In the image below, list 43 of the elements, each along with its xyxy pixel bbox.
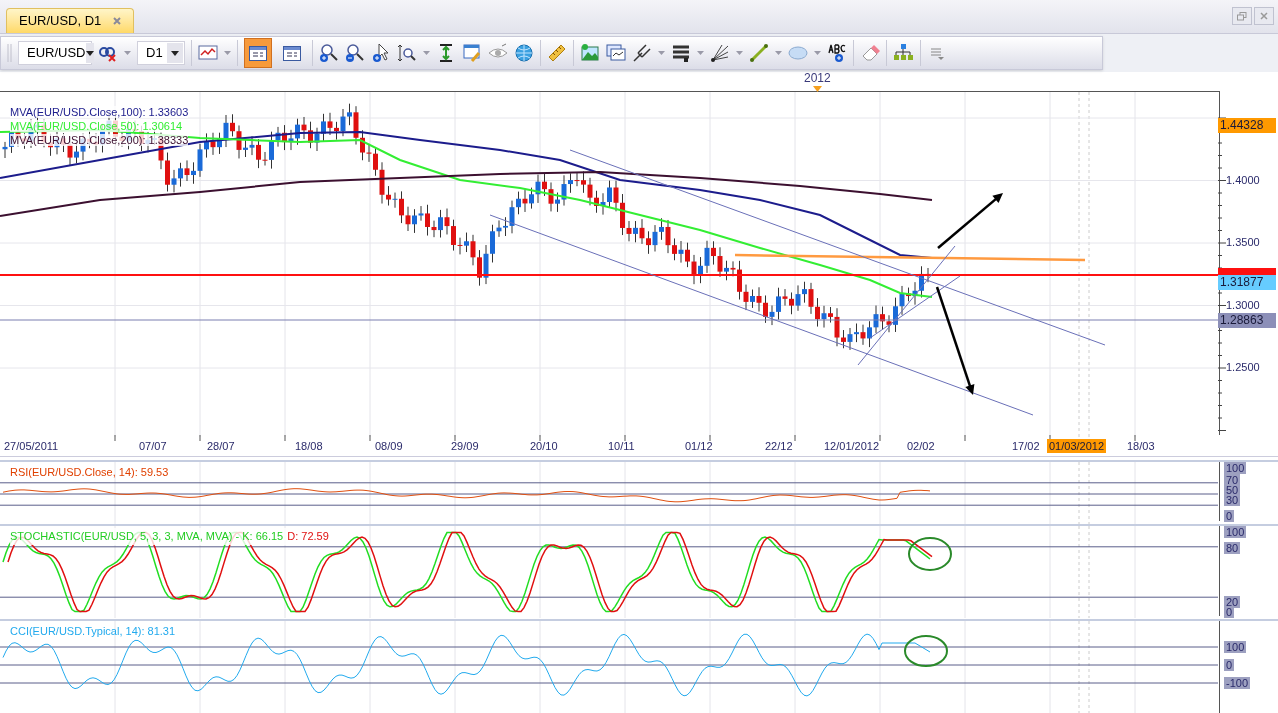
date-label: 02/02 xyxy=(906,438,936,453)
indicator-value: D: 72.59 xyxy=(287,529,329,545)
indicator-legend: MVA(EUR/USD.Close,50): 1.30614 xyxy=(10,119,183,132)
date-label: 20/10 xyxy=(529,438,559,453)
axis-label: 80 xyxy=(1224,542,1241,555)
date-label: 27/05/2011 xyxy=(3,438,60,453)
axis-label: 1.2500 xyxy=(1225,360,1261,373)
axis-label: -100 xyxy=(1224,676,1251,689)
indicator-legend: STOCHASTIC(EUR/USD, 5, 3, 3, MVA, MVA) - K: 66.15 xyxy=(10,528,284,545)
date-label: 17/02 xyxy=(1011,438,1041,453)
price-badge: 1.28863 xyxy=(1218,312,1276,328)
axis-label: 30 xyxy=(1224,493,1241,506)
chart-tab[interactable]: EUR/USD, D1 xyxy=(6,8,135,33)
indicator-legend: CCI(EUR/USD.Typical, 14): 81.31 xyxy=(10,622,176,640)
dropdown-field[interactable]: EUR/USD xyxy=(18,41,92,65)
axis-label: 1.3000 xyxy=(1225,298,1261,311)
date-label: 22/12 xyxy=(764,438,794,453)
date-label: 28/07 xyxy=(206,438,236,453)
price-badge: 1.44328 xyxy=(1218,117,1276,133)
date-label: 01/12 xyxy=(684,438,714,453)
date-label: 08/09 xyxy=(374,438,404,453)
axis-label: 20 xyxy=(1224,596,1241,609)
date-label: 12/01/2012 xyxy=(823,438,881,453)
axis-label: 0 xyxy=(1224,509,1235,522)
date-label: 18/03 xyxy=(1126,438,1156,453)
dropdown-field[interactable]: D1 xyxy=(137,41,185,65)
axis-label: 50 xyxy=(1224,483,1241,496)
axis-label: 100 xyxy=(1224,461,1247,474)
axis-label: 100 xyxy=(1224,526,1247,539)
date-label: 18/08 xyxy=(294,438,324,453)
axis-label: 100 xyxy=(1224,640,1247,653)
indicator-legend: MVA(EUR/USD.Close,200): 1.38333 xyxy=(10,133,189,146)
date-label: 01/03/2012 xyxy=(1047,438,1107,453)
indicator-legend: MVA(EUR/USD.Close,100): 1.33603 xyxy=(10,105,189,118)
axis-label: 0 xyxy=(1224,658,1235,671)
date-label: 29/09 xyxy=(450,438,480,453)
date-label: 10/11 xyxy=(607,438,636,453)
year-label: 2012 xyxy=(804,72,831,85)
date-label: 07/07 xyxy=(138,438,168,453)
axis-label: 1.4000 xyxy=(1225,173,1261,186)
axis-label: 0 xyxy=(1224,606,1235,619)
axis-label: 1.3500 xyxy=(1225,235,1261,248)
indicator-legend: RSI(EUR/USD.Close, 14): 59.53 xyxy=(10,463,169,481)
